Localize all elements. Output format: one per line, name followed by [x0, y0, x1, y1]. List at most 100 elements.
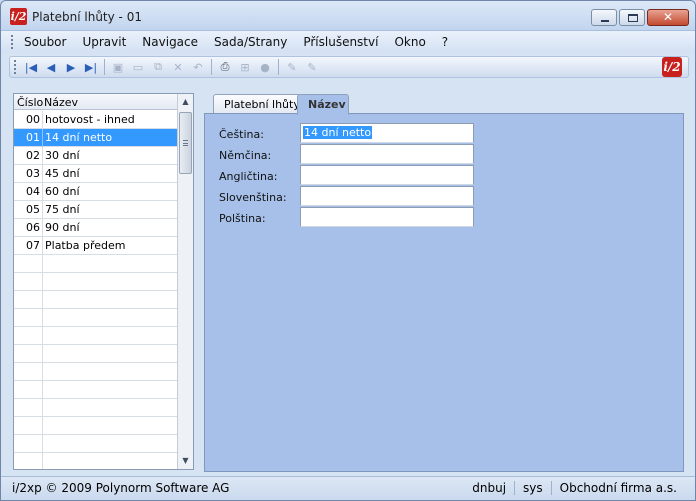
undo-button[interactable]: ↶: [188, 58, 208, 76]
window-title: Platební lhůty - 01: [32, 10, 142, 24]
empty-row[interactable]: [14, 327, 178, 345]
table-row[interactable]: 05 75 dní: [14, 201, 178, 219]
tree-icon: ⊞: [240, 60, 250, 74]
last-record-button[interactable]: ▶|: [81, 58, 101, 76]
lock-icon: ●: [260, 60, 270, 74]
input-english[interactable]: [300, 165, 474, 185]
empty-row[interactable]: [14, 399, 178, 417]
scroll-grip-icon: [183, 140, 188, 146]
first-record-button[interactable]: |◀: [21, 58, 41, 76]
row-number: [14, 453, 43, 469]
row-number: 02: [14, 147, 43, 165]
edit-alt-icon: ✎: [307, 60, 317, 74]
row-number: 04: [14, 183, 43, 201]
table-row[interactable]: 06 90 dní: [14, 219, 178, 237]
row-number: 03: [14, 165, 43, 183]
next-record-icon: ▶: [66, 60, 76, 74]
row-number: [14, 381, 43, 399]
empty-row[interactable]: [14, 435, 178, 453]
input-german[interactable]: [300, 144, 474, 164]
label-slovak: Slovenština:: [219, 191, 287, 204]
scroll-thumb[interactable]: [179, 112, 192, 174]
menu-sada-strany[interactable]: Sada/Strany: [206, 35, 295, 49]
window-controls: ✕: [591, 9, 689, 26]
row-number: 00: [14, 111, 43, 129]
previous-record-button[interactable]: ◀: [41, 58, 61, 76]
label-english: Angličtina:: [219, 170, 278, 183]
empty-row[interactable]: [14, 417, 178, 435]
tab-platebni-lhuty[interactable]: Platební lhůty: [213, 94, 301, 114]
menu-help[interactable]: ?: [434, 35, 456, 49]
status-copyright: i/2xp © 2009 Polynorm Software AG: [12, 481, 230, 495]
input-czech[interactable]: 14 dní netto: [300, 123, 474, 143]
delete-button[interactable]: ✕: [168, 58, 188, 76]
empty-row[interactable]: [14, 273, 178, 291]
column-header-name[interactable]: Název: [44, 96, 78, 109]
tab-nazev[interactable]: Název: [297, 94, 349, 115]
row-number: [14, 327, 43, 345]
edit-button[interactable]: ✎: [282, 58, 302, 76]
lock-button[interactable]: ●: [255, 58, 275, 76]
empty-row[interactable]: [14, 453, 178, 469]
empty-row[interactable]: [14, 255, 178, 273]
records-grid: Číslo Název 00 hotovost - ihned 01 14 dní n…: [13, 93, 194, 470]
row-name: 14 dní netto: [45, 131, 113, 144]
scroll-up-icon[interactable]: ▲: [178, 94, 193, 110]
column-header-number[interactable]: Číslo: [17, 96, 43, 109]
toolbar-separator: [278, 59, 279, 75]
next-record-button[interactable]: ▶: [61, 58, 81, 76]
menu-soubor[interactable]: Soubor: [24, 35, 74, 49]
edit-alt-button[interactable]: ✎: [302, 58, 322, 76]
row-number: [14, 417, 43, 435]
minimize-button[interactable]: [591, 9, 617, 26]
empty-row[interactable]: [14, 363, 178, 381]
table-row[interactable]: 03 45 dní: [14, 165, 178, 183]
print-icon: ⎙: [220, 60, 230, 73]
empty-row[interactable]: [14, 291, 178, 309]
label-german: Němčina:: [219, 149, 272, 162]
app-logo-icon: i/2: [10, 8, 27, 25]
save-button[interactable]: ▣: [108, 58, 128, 76]
table-row[interactable]: 07 Platba předem: [14, 237, 178, 255]
tree-button[interactable]: ⊞: [235, 58, 255, 76]
toolbar-separator: [211, 59, 212, 75]
copy-button[interactable]: ⧉: [148, 58, 168, 76]
row-number: 05: [14, 201, 43, 219]
grid-scrollbar[interactable]: ▲ ▼: [177, 94, 193, 469]
maximize-button[interactable]: [619, 9, 645, 26]
menu-upravit[interactable]: Upravit: [74, 35, 134, 49]
menu-okno[interactable]: Okno: [386, 35, 433, 49]
empty-row[interactable]: [14, 381, 178, 399]
menu-prislusenstvi[interactable]: Příslušenství: [295, 35, 386, 49]
input-slovak[interactable]: [300, 186, 474, 206]
label-czech: Čeština:: [219, 128, 264, 141]
row-number: 06: [14, 219, 43, 237]
edit-icon: ✎: [287, 60, 297, 74]
table-row[interactable]: 01 14 dní netto: [14, 129, 178, 147]
row-name: 75 dní: [45, 203, 80, 216]
grid-rows: 00 hotovost - ihned 01 14 dní netto 02 30 dní…: [14, 111, 178, 469]
last-record-icon: ▶|: [84, 60, 98, 74]
input-czech-value: 14 dní netto: [303, 126, 373, 139]
table-row[interactable]: 04 60 dní: [14, 183, 178, 201]
row-name: Platba předem: [45, 239, 126, 252]
menu-grip-icon[interactable]: [11, 35, 14, 49]
name-form-panel: Čeština: 14 dní netto Němčina: Angličtin…: [204, 113, 684, 472]
table-row[interactable]: 00 hotovost - ihned: [14, 111, 178, 129]
empty-row[interactable]: [14, 345, 178, 363]
close-button[interactable]: ✕: [647, 9, 689, 26]
new-button[interactable]: ▭: [128, 58, 148, 76]
empty-row[interactable]: [14, 309, 178, 327]
first-record-icon: |◀: [24, 60, 38, 74]
status-user: dnbuj: [472, 481, 507, 495]
print-button[interactable]: ⎙: [215, 58, 235, 76]
scroll-down-icon[interactable]: ▼: [178, 453, 193, 469]
undo-icon: ↶: [193, 60, 203, 74]
toolbar-grip-icon[interactable]: [14, 60, 17, 74]
title-bar[interactable]: i/2 Platební lhůty - 01 ✕: [1, 1, 695, 31]
grid-header: Číslo Název: [14, 94, 178, 110]
menu-navigace[interactable]: Navigace: [134, 35, 206, 49]
minimize-icon: [601, 20, 609, 22]
input-polish[interactable]: [300, 207, 474, 227]
table-row[interactable]: 02 30 dní: [14, 147, 178, 165]
